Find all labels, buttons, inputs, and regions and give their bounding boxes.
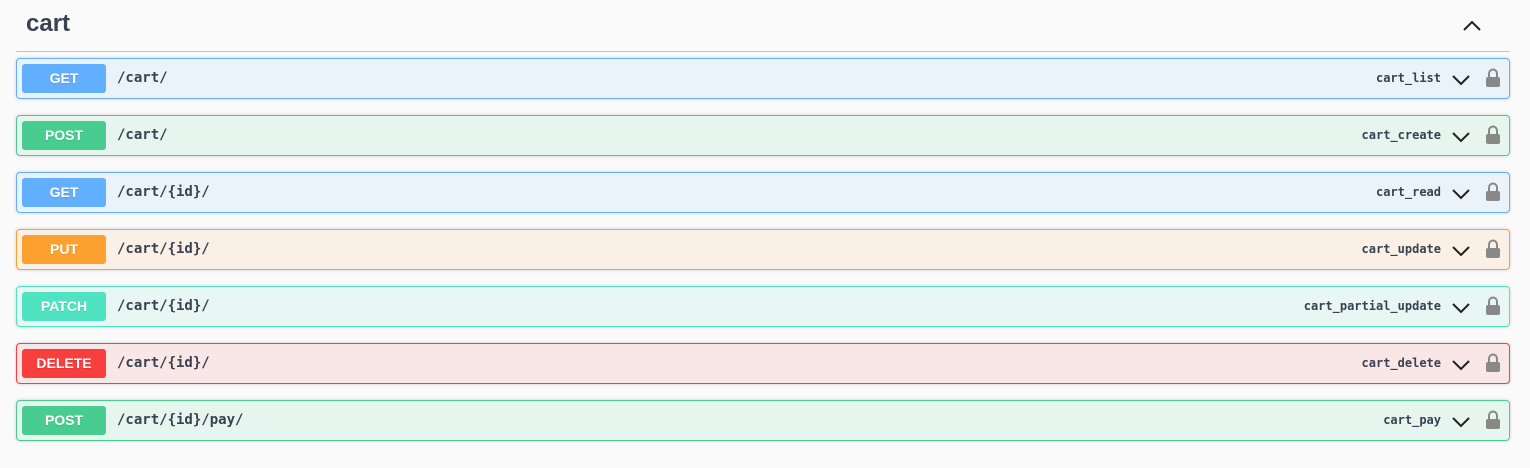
method-badge: PUT — [22, 235, 106, 264]
chevron-down-icon[interactable] — [1451, 184, 1471, 204]
chevron-down-icon[interactable] — [1451, 412, 1471, 432]
method-badge: GET — [22, 64, 106, 93]
operation-id: cart_update — [1361, 242, 1441, 256]
chevron-down-icon[interactable] — [1451, 127, 1471, 147]
lock-icon[interactable] — [1485, 239, 1501, 259]
chevron-down-icon[interactable] — [1451, 241, 1471, 261]
operation-path: /cart/{id}/pay/ — [117, 412, 244, 428]
chevron-down-icon[interactable] — [1451, 355, 1471, 375]
chevron-down-icon[interactable] — [1451, 70, 1471, 90]
operation-row[interactable]: PATCH /cart/{id}/ cart_partial_update — [16, 286, 1510, 327]
operation-row[interactable]: GET /cart/ cart_list — [16, 58, 1510, 99]
operation-id: cart_partial_update — [1303, 299, 1441, 313]
operation-path: /cart/{id}/ — [117, 298, 210, 314]
method-badge: PATCH — [22, 292, 106, 321]
lock-icon[interactable] — [1485, 125, 1501, 145]
method-badge: POST — [22, 406, 106, 435]
section-header[interactable]: cart — [16, 0, 1510, 52]
method-badge: DELETE — [22, 349, 106, 378]
chevron-up-icon[interactable] — [1460, 14, 1484, 38]
operation-row[interactable]: PUT /cart/{id}/ cart_update — [16, 229, 1510, 270]
operation-path: /cart/ — [117, 70, 168, 86]
lock-icon[interactable] — [1485, 410, 1501, 430]
operation-path: /cart/{id}/ — [117, 241, 210, 257]
operation-path: /cart/{id}/ — [117, 184, 210, 200]
method-badge: POST — [22, 121, 106, 150]
operation-path: /cart/{id}/ — [117, 355, 210, 371]
lock-icon[interactable] — [1485, 353, 1501, 373]
operation-row[interactable]: GET /cart/{id}/ cart_read — [16, 172, 1510, 213]
operation-id: cart_delete — [1361, 356, 1441, 370]
operation-id: cart_list — [1375, 71, 1441, 85]
lock-icon[interactable] — [1485, 68, 1501, 88]
operation-id: cart_pay — [1383, 413, 1441, 427]
section-title: cart — [26, 10, 71, 37]
operations-list: GET /cart/ cart_list POST /cart/ cart_cr… — [16, 58, 1510, 457]
operation-id: cart_create — [1361, 128, 1441, 142]
lock-icon[interactable] — [1485, 182, 1501, 202]
method-badge: GET — [22, 178, 106, 207]
operation-id: cart_read — [1375, 185, 1441, 199]
operation-path: /cart/ — [117, 127, 168, 143]
lock-icon[interactable] — [1485, 296, 1501, 316]
operation-row[interactable]: POST /cart/{id}/pay/ cart_pay — [16, 400, 1510, 441]
chevron-down-icon[interactable] — [1451, 298, 1471, 318]
operation-row[interactable]: DELETE /cart/{id}/ cart_delete — [16, 343, 1510, 384]
operation-row[interactable]: POST /cart/ cart_create — [16, 115, 1510, 156]
cart-section: cart GET /cart/ cart_list POST /cart/ ca… — [16, 0, 1510, 441]
